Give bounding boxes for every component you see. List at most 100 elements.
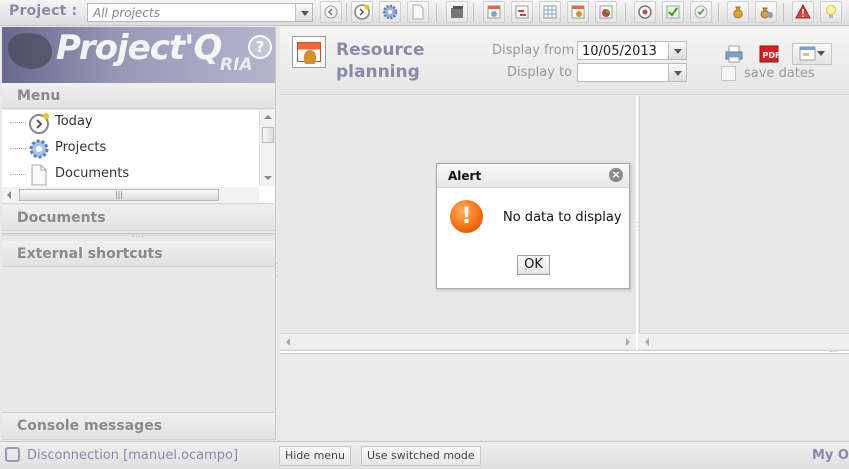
- menu-section-title: Menu: [17, 88, 61, 104]
- console-messages-title: Console messages: [17, 418, 163, 434]
- budget-button[interactable]: [727, 1, 749, 23]
- toolbar-separator: [625, 3, 626, 22]
- external-shortcuts-title: External shortcuts: [17, 246, 163, 262]
- display-to-field[interactable]: [577, 63, 687, 82]
- toolbar-separator: [473, 3, 474, 22]
- resource-planning-header: Resource planning Display from 10/05/201…: [280, 27, 849, 95]
- app-logo: Project'Q RIA ?: [2, 27, 275, 83]
- menu-item-label: Documents: [55, 166, 130, 181]
- disconnect-icon[interactable]: [5, 447, 20, 462]
- gear-icon: [382, 4, 398, 20]
- external-shortcuts-header[interactable]: External shortcuts: [2, 241, 275, 267]
- detail-pane: [280, 355, 849, 440]
- planning-button[interactable]: [483, 1, 505, 23]
- menu-section-header[interactable]: Menu: [2, 83, 275, 109]
- documents-button[interactable]: [407, 1, 429, 23]
- follow-up-button[interactable]: [634, 1, 656, 23]
- resource-planning-icon: [292, 36, 326, 68]
- chevron-down-icon: [817, 51, 825, 56]
- display-from-field[interactable]: 10/05/2013: [577, 41, 687, 60]
- alert-title: Alert: [448, 169, 482, 183]
- tree-line: [10, 122, 26, 123]
- target-icon: [638, 5, 652, 19]
- logo-text: Project'Q: [56, 28, 222, 68]
- workload-button[interactable]: [539, 1, 561, 23]
- logo-emblem: [8, 33, 52, 69]
- reports-button[interactable]: [595, 1, 617, 23]
- tree-line: [10, 148, 26, 149]
- toolbar-separator: [783, 3, 784, 22]
- user-menu-label[interactable]: My O: [812, 448, 849, 463]
- hide-menu-button[interactable]: Hide menu: [279, 446, 352, 466]
- alert-titlebar[interactable]: Alert ×: [437, 164, 629, 188]
- printer-icon: [725, 45, 743, 63]
- menu-horizontal-scrollbar[interactable]: |||: [2, 187, 259, 203]
- documents-section-title: Documents: [17, 210, 106, 226]
- panel-splitter[interactable]: ····: [2, 233, 275, 241]
- display-options-button[interactable]: [792, 43, 832, 65]
- alert-dialog: Alert × ! No data to display OK: [436, 163, 630, 289]
- menu-item-documents[interactable]: Documents: [2, 162, 258, 188]
- menu-item-projects[interactable]: Projects: [2, 136, 258, 162]
- chevron-down-icon[interactable]: [668, 42, 686, 59]
- gantt-button[interactable]: [511, 1, 533, 23]
- documents-section-header[interactable]: Documents: [2, 205, 275, 231]
- detail-splitter[interactable]: ····: [280, 348, 849, 356]
- save-dates-checkbox[interactable]: [721, 66, 736, 81]
- gear-icon: [29, 139, 49, 159]
- validation-button[interactable]: [662, 1, 684, 23]
- ideas-button[interactable]: [820, 1, 842, 23]
- menu-item-label: Today: [55, 114, 93, 129]
- money-bag-icon: [733, 6, 743, 19]
- scroll-thumb[interactable]: [262, 127, 274, 143]
- meetings-button[interactable]: [446, 1, 468, 23]
- resource-calendar-icon: [571, 5, 585, 19]
- export-pdf-button[interactable]: PDF: [757, 43, 781, 65]
- display-from-label: Display from: [492, 43, 575, 58]
- project-select[interactable]: All projects: [87, 3, 313, 22]
- document-icon: [31, 164, 47, 186]
- document-icon: [412, 4, 424, 20]
- projects-button[interactable]: [379, 1, 401, 23]
- clock-icon: [29, 113, 49, 134]
- planning-chart-pane: [639, 96, 849, 350]
- chevron-down-icon[interactable]: [295, 4, 312, 21]
- approval-button[interactable]: [690, 1, 712, 23]
- warning-icon: !: [450, 200, 483, 233]
- menu-item-label: Projects: [55, 140, 107, 155]
- left-panel-resize-grip[interactable]: · · · ·: [276, 261, 279, 280]
- disconnection-link[interactable]: Disconnection [manuel.ocampo]: [27, 448, 238, 463]
- print-button[interactable]: [722, 43, 746, 65]
- help-icon[interactable]: ?: [248, 35, 272, 59]
- calendar-view-icon: [799, 46, 816, 61]
- risks-button[interactable]: [792, 1, 814, 23]
- page-title-line2: planning: [336, 62, 420, 82]
- logo-suffix: RIA: [220, 55, 253, 75]
- toolbar-separator: [346, 3, 347, 22]
- save-dates-label: save dates: [744, 66, 815, 81]
- clock-icon: [354, 4, 370, 20]
- menu-item-today[interactable]: Today: [2, 110, 258, 136]
- switched-mode-button[interactable]: Use switched mode: [361, 446, 481, 466]
- resource-pane-scrollbar[interactable]: [280, 333, 636, 349]
- back-button[interactable]: [320, 1, 342, 23]
- expenses-button[interactable]: [755, 1, 777, 23]
- pie-chart-icon: [599, 5, 613, 19]
- resource-planning-button[interactable]: [567, 1, 589, 23]
- display-to-label: Display to: [507, 65, 573, 80]
- person-graphic: [304, 50, 316, 64]
- close-icon[interactable]: ×: [609, 168, 623, 182]
- menu-vertical-scrollbar[interactable]: [259, 110, 275, 186]
- ok-button[interactable]: OK: [517, 255, 550, 275]
- console-messages-header[interactable]: Console messages: [2, 412, 275, 440]
- grid-window-icon: [543, 5, 557, 19]
- scroll-thumb[interactable]: |||: [19, 189, 219, 201]
- lightbulb-icon: [826, 5, 836, 18]
- chevron-down-icon[interactable]: [668, 64, 686, 81]
- today-button[interactable]: [351, 1, 373, 23]
- calendar-icon: [487, 5, 501, 19]
- status-bar: Disconnection [manuel.ocampo] Hide menu …: [0, 441, 849, 469]
- chart-pane-scrollbar[interactable]: [639, 333, 849, 349]
- warning-icon: [795, 4, 811, 19]
- top-toolbar: Project : All projects: [0, 0, 849, 26]
